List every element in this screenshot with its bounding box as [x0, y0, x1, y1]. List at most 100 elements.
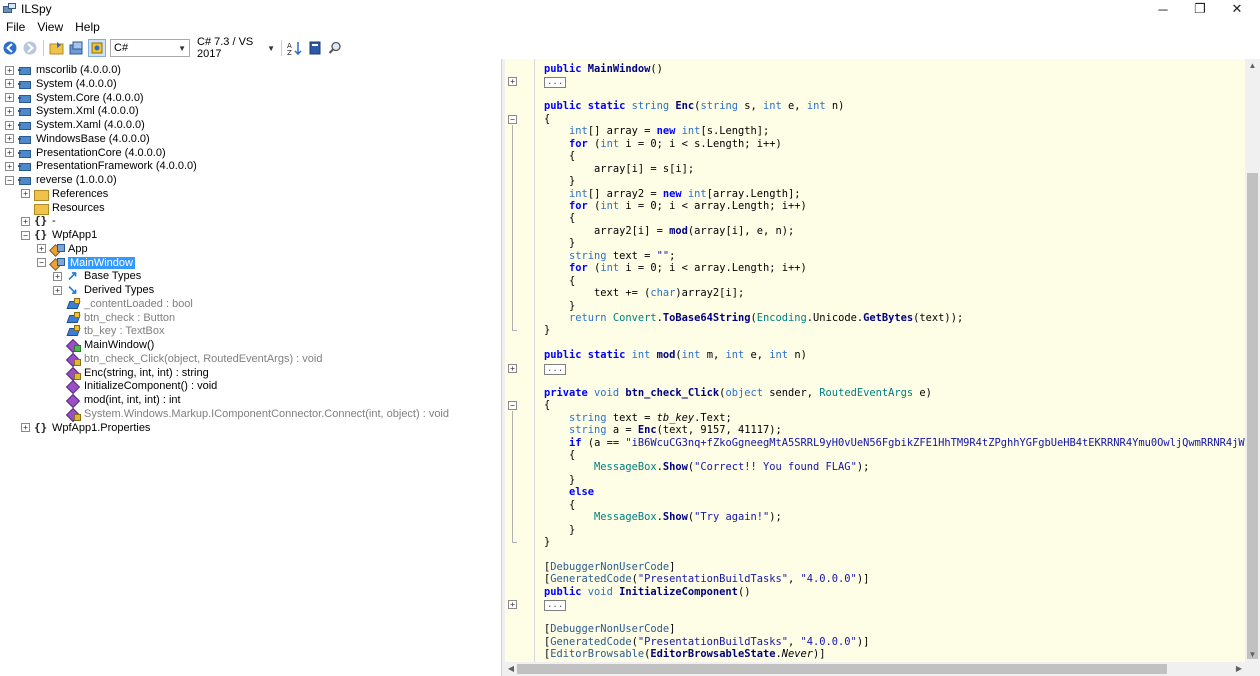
tree-node-label[interactable]: System.Xml (4.0.0.0) [36, 105, 139, 117]
fold-expand-icon[interactable]: + [508, 77, 517, 87]
version-select[interactable]: C# 7.3 / VS 2017 ▼ [194, 36, 278, 60]
tree-node-label[interactable]: App [68, 243, 88, 255]
tree-node[interactable]: tb_key : TextBox [53, 324, 165, 338]
tree-node[interactable]: btn_check_Click(object, RoutedEventArgs)… [53, 352, 322, 366]
tree-node[interactable]: mod(int, int, int) : int [53, 393, 181, 407]
expand-icon[interactable]: + [5, 134, 14, 144]
tree-node[interactable]: + {} - [21, 214, 56, 228]
tree-node[interactable]: + Derived Types [53, 282, 154, 298]
tree-node-label[interactable]: PresentationFramework (4.0.0.0) [36, 160, 197, 172]
scroll-right-icon[interactable]: ▶ [1233, 662, 1245, 676]
tree-node-label[interactable]: tb_key : TextBox [84, 325, 165, 337]
tree-node[interactable]: + WindowsBase (4.0.0.0) [5, 132, 150, 146]
search-button[interactable] [326, 39, 344, 57]
tree-node-label[interactable]: MainWindow [68, 256, 135, 269]
tree-node-label[interactable]: _contentLoaded : bool [84, 298, 193, 310]
back-button[interactable] [1, 39, 19, 57]
manage-lists-button[interactable] [306, 39, 324, 57]
tree-node[interactable]: + System.Xml (4.0.0.0) [5, 104, 139, 118]
menu-file[interactable]: File [0, 20, 31, 34]
collapse-icon[interactable]: − [5, 175, 14, 185]
expand-icon[interactable]: + [21, 423, 30, 432]
fold-expand-icon[interactable]: + [508, 600, 517, 610]
expand-icon[interactable]: + [53, 271, 62, 281]
expand-icon[interactable]: + [21, 189, 30, 199]
expand-icon[interactable]: + [21, 216, 30, 226]
tree-node-label[interactable]: reverse (1.0.0.0) [36, 174, 117, 186]
language-select[interactable]: C# ▼ [110, 39, 190, 57]
tree-node-label[interactable]: WindowsBase (4.0.0.0) [36, 133, 150, 145]
collapse-icon[interactable]: − [21, 230, 30, 240]
decompiled-code-view[interactable]: + − + − + public MainWindow()... public stati… [505, 59, 1245, 662]
horizontal-scrollbar[interactable]: ◀ ▶ [505, 662, 1245, 676]
tree-node-label[interactable]: mod(int, int, int) : int [84, 394, 181, 406]
tree-node-label[interactable]: btn_check : Button [84, 312, 175, 324]
tree-node[interactable]: + App [37, 242, 88, 256]
open-button[interactable] [48, 39, 66, 57]
tree-node[interactable]: Enc(string, int, int) : string [53, 366, 209, 380]
tree-node-label[interactable]: WpfApp1 [52, 229, 97, 241]
tree-node[interactable]: + {} WpfApp1.Properties [21, 421, 150, 435]
tree-node-label[interactable]: InitializeComponent() : void [84, 380, 217, 392]
tree-node-label[interactable]: mscorlib (4.0.0.0) [36, 64, 121, 76]
assembly-tree[interactable]: + mscorlib (4.0.0.0) + System (4.0.0.0) + Sys… [0, 59, 502, 676]
fold-expand-icon[interactable]: + [508, 363, 517, 373]
expand-icon[interactable]: + [37, 244, 46, 254]
expand-icon[interactable]: + [5, 65, 14, 75]
collapsed-body-marker[interactable]: ... [544, 600, 567, 612]
vertical-scroll-thumb[interactable] [1247, 173, 1258, 659]
tree-node-label[interactable]: Enc(string, int, int) : string [84, 367, 209, 379]
vertical-scrollbar[interactable]: ▲ ▼ [1245, 59, 1260, 662]
tree-node-label[interactable]: - [52, 215, 56, 227]
expand-icon[interactable]: + [5, 148, 14, 157]
expand-icon[interactable]: + [5, 79, 14, 89]
show-internal-toggle[interactable] [88, 39, 106, 57]
scroll-down-icon[interactable]: ▼ [1245, 648, 1260, 662]
collapsed-body-marker[interactable]: ... [544, 77, 567, 89]
tree-node[interactable]: − MainWindow [37, 256, 135, 270]
tree-node-label[interactable]: PresentationCore (4.0.0.0) [36, 147, 166, 159]
tree-node[interactable]: + PresentationFramework (4.0.0.0) [5, 159, 197, 173]
collapsed-body-marker[interactable]: ... [544, 363, 567, 375]
scroll-up-icon[interactable]: ▲ [1245, 59, 1260, 73]
close-button[interactable]: ✕ [1214, 0, 1260, 18]
tree-node[interactable]: + System.Core (4.0.0.0) [5, 91, 144, 105]
scroll-left-icon[interactable]: ◀ [505, 662, 517, 676]
tree-node[interactable]: InitializeComponent() : void [53, 379, 217, 393]
tree-node-label[interactable]: System.Windows.Markup.IComponentConnecto… [84, 408, 449, 420]
sort-button[interactable]: AZ [286, 39, 304, 57]
tree-node[interactable]: + References [21, 187, 108, 201]
tree-node[interactable]: Resources [21, 201, 105, 215]
fold-collapse-icon[interactable]: − [508, 401, 517, 411]
horizontal-scroll-thumb[interactable] [517, 664, 1167, 674]
tree-node[interactable]: + System.Xaml (4.0.0.0) [5, 118, 145, 132]
tree-node-label[interactable]: MainWindow() [84, 339, 154, 351]
fold-collapse-icon[interactable]: − [508, 114, 517, 124]
expand-icon[interactable]: + [5, 106, 14, 116]
menu-help[interactable]: Help [69, 20, 106, 34]
tree-node[interactable]: − reverse (1.0.0.0) [5, 173, 117, 187]
tree-node[interactable]: _contentLoaded : bool [53, 297, 193, 311]
expand-icon[interactable]: + [5, 161, 14, 171]
expand-icon[interactable]: + [5, 120, 14, 130]
tree-node-label[interactable]: References [52, 188, 108, 200]
tree-node-label[interactable]: Resources [52, 202, 105, 214]
tree-node-label[interactable]: btn_check_Click(object, RoutedEventArgs)… [84, 353, 322, 365]
collapse-icon[interactable]: − [37, 258, 46, 267]
tree-node[interactable]: System.Windows.Markup.IComponentConnecto… [53, 407, 449, 421]
tree-node-label[interactable]: Base Types [84, 270, 141, 282]
tree-node-label[interactable]: System (4.0.0.0) [36, 78, 117, 90]
tree-node[interactable]: btn_check : Button [53, 311, 175, 325]
expand-icon[interactable]: + [5, 93, 14, 102]
reload-button[interactable] [68, 39, 86, 57]
tree-node[interactable]: + PresentationCore (4.0.0.0) [5, 146, 166, 160]
tree-node[interactable]: + mscorlib (4.0.0.0) [5, 63, 121, 77]
tree-node[interactable]: + System (4.0.0.0) [5, 77, 117, 91]
menu-view[interactable]: View [31, 20, 69, 34]
expand-icon[interactable]: + [53, 285, 62, 295]
tree-node-label[interactable]: Derived Types [84, 284, 154, 296]
tree-node[interactable]: MainWindow() [53, 338, 154, 352]
forward-button[interactable] [21, 39, 39, 57]
tree-node-label[interactable]: WpfApp1.Properties [52, 422, 150, 434]
tree-node-label[interactable]: System.Xaml (4.0.0.0) [36, 119, 145, 131]
